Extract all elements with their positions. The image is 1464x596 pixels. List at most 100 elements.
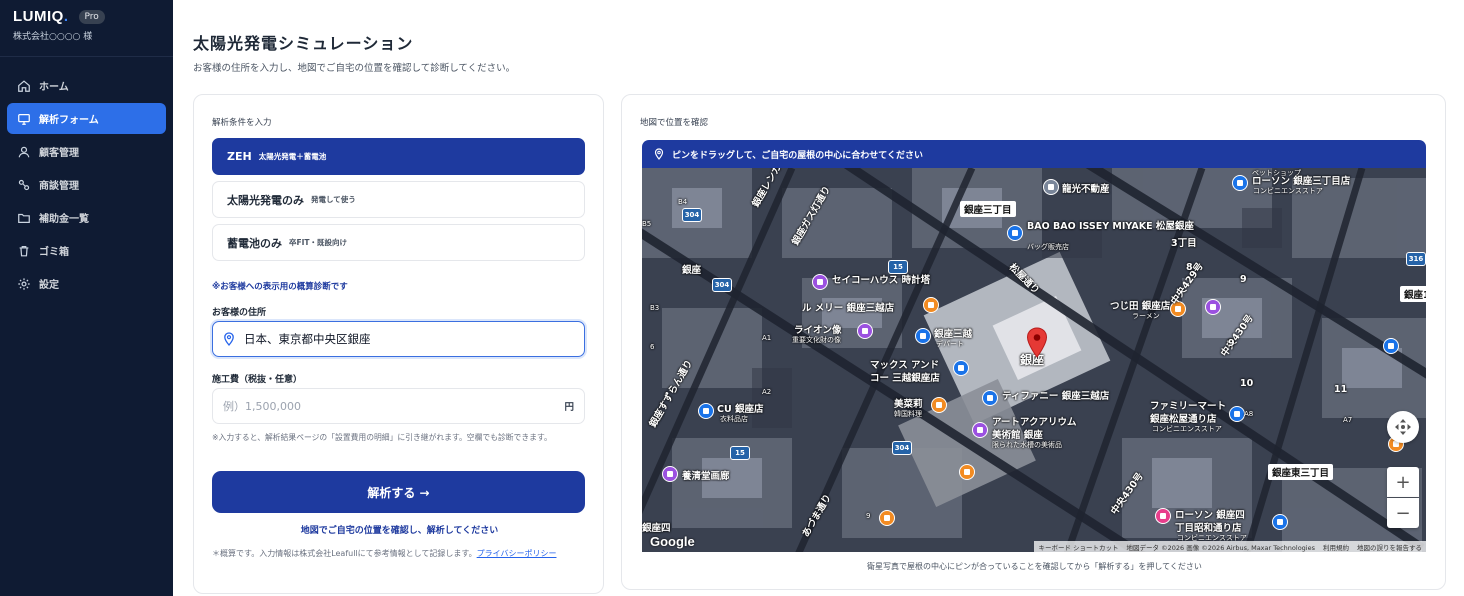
map-poi-icon[interactable] [1155, 508, 1171, 524]
map-poi-icon[interactable] [923, 297, 939, 313]
map-label: ローソン 銀座三丁目店 [1252, 176, 1351, 187]
option-sub-label: 太陽光発電＋蓄電池 [258, 152, 327, 161]
map-label: コンビニエンスストア [1253, 187, 1323, 195]
satellite-map[interactable]: 銀座三丁目 銀座東三丁目 銀座1 龍光不動産 ペットショップ BAO BAO I… [642, 168, 1426, 552]
sidebar-item-customers[interactable]: 顧客管理 [7, 136, 166, 167]
option-battery-only[interactable]: 蓄電池のみ 卒FIT・既設向け [212, 224, 585, 261]
option-main-label: 太陽光発電のみ [227, 193, 304, 207]
map-block-number: A8 [1244, 410, 1254, 418]
map-instruction-banner: ピンをドラッグして、ご自宅の屋根の中心に合わせてください [642, 140, 1426, 168]
route-shield-icon: 304 [892, 441, 912, 455]
form-section-label: 解析条件を入力 [212, 118, 272, 128]
sidebar-item-label: 解析フォーム [39, 115, 99, 126]
page-title: 太陽光発電シミュレーション [193, 34, 414, 53]
option-main-label: ZEH [227, 150, 252, 163]
map-block-number: A1 [762, 334, 772, 342]
map-label: 銀座四 [642, 523, 671, 534]
sidebar-item-analysis-form[interactable]: 解析フォーム [7, 103, 166, 134]
map-pan-control[interactable] [1387, 411, 1419, 443]
map-poi-icon[interactable] [1229, 406, 1245, 422]
map-label: バッグ販売店 [1027, 243, 1069, 251]
map-section-label: 地図で位置を確認 [640, 118, 709, 128]
google-logo: Google [650, 534, 695, 549]
keyboard-shortcuts-link[interactable]: キーボード ショートカット [1038, 542, 1118, 552]
sidebar-item-label: ホーム [39, 82, 69, 93]
trash-icon [17, 244, 31, 258]
location-pin-icon [654, 148, 664, 160]
map-poi-icon[interactable] [982, 390, 998, 406]
map-label: アートアクアリウム [992, 417, 1077, 428]
disclaimer: ＊概算です。入力情報は株式会社Leafullにて参考情報として記録します。プライ… [212, 547, 590, 561]
address-label: お客様の住所 [212, 308, 267, 318]
map-poi-icon[interactable] [1272, 514, 1288, 530]
map-label: コー 三越銀座店 [870, 373, 940, 384]
map-label: ティファニー 銀座三越店 [1002, 391, 1110, 402]
map-poi-icon[interactable] [1383, 338, 1399, 354]
terms-link[interactable]: 利用規約 [1323, 542, 1349, 552]
sidebar-item-settings[interactable]: 設定 [7, 268, 166, 299]
map-poi-icon[interactable] [1205, 299, 1221, 315]
map-label: ライオン像 [794, 325, 842, 336]
map-block-number: B4 [678, 198, 688, 206]
map-label: 限られた水槽の美術品 [992, 441, 1062, 449]
map-poi-icon[interactable] [931, 397, 947, 413]
monitor-icon [17, 112, 31, 126]
map-poi-icon[interactable] [698, 403, 714, 419]
map-poi-icon[interactable] [1232, 175, 1248, 191]
address-input[interactable]: 日本、東京都中央区銀座 [212, 321, 585, 357]
pro-badge: Pro [78, 9, 105, 24]
map-label: コンビニエンスストア [1152, 425, 1222, 433]
map-block-number: 9 [1228, 338, 1235, 349]
user-icon [17, 145, 31, 159]
map-poi-icon[interactable] [857, 323, 873, 339]
map-label: 衣料品店 [720, 415, 748, 423]
route-shield-icon: 316 [1406, 252, 1426, 266]
map-label: ラーメン [1132, 312, 1160, 320]
sidebar-item-trash[interactable]: ゴミ箱 [7, 235, 166, 266]
map-poi-icon[interactable] [959, 464, 975, 480]
map-poi-icon[interactable] [1043, 179, 1059, 195]
option-solar-only[interactable]: 太陽光発電のみ 発電して使う [212, 181, 585, 218]
zoom-in-button[interactable]: + [1387, 467, 1419, 497]
report-error-link[interactable]: 地図の誤りを報告する [1357, 542, 1422, 552]
map-block-number: 6 [650, 343, 655, 351]
page-subtitle: お客様の住所を入力し、地図でご自宅の位置を確認して診断してください。 [193, 63, 516, 74]
cost-input[interactable]: 例）1,500,000 円 [212, 388, 585, 424]
sidebar-item-label: 顧客管理 [39, 148, 79, 159]
map-block-number: 8 [1186, 262, 1193, 273]
pan-arrows-icon [1395, 419, 1411, 435]
map-poi-icon[interactable] [879, 510, 895, 526]
map-data-credit: 地図データ ©2026 画像 ©2026 Airbus, Maxar Techn… [1126, 543, 1315, 552]
sidebar-item-deals[interactable]: 商談管理 [7, 169, 166, 200]
map-card: 地図で位置を確認 ピンをドラッグして、ご自宅の屋根の中心に合わせてください 銀座… [621, 94, 1446, 590]
map-poi-icon[interactable] [915, 328, 931, 344]
map-poi-icon[interactable] [662, 466, 678, 482]
privacy-policy-link[interactable]: プライバシーポリシー [477, 549, 557, 558]
option-zeh[interactable]: ZEH 太陽光発電＋蓄電池 [212, 138, 585, 175]
sidebar-item-home[interactable]: ホーム [7, 70, 166, 101]
map-attribution: キーボード ショートカット 地図データ ©2026 画像 ©2026 Airbu… [1034, 541, 1426, 552]
zoom-out-button[interactable]: − [1387, 498, 1419, 528]
map-poi-icon[interactable] [1007, 225, 1023, 241]
map-block-number: A2 [762, 388, 772, 396]
sidebar-item-subsidies[interactable]: 補助金一覧 [7, 202, 166, 233]
map-label: セイコーハウス 時計塔 [832, 275, 931, 286]
map-street-label: 銀座三丁目 [960, 201, 1016, 217]
map-poi-icon[interactable] [812, 274, 828, 290]
draggable-location-pin[interactable] [1026, 327, 1048, 359]
folder-icon [17, 211, 31, 225]
option-main-label: 蓄電池のみ [227, 236, 282, 250]
map-label: 銀座松屋通り店 [1150, 414, 1217, 425]
app-logo[interactable]: LUMIQ. [13, 8, 69, 25]
sidebar-item-label: 設定 [39, 280, 59, 291]
map-label: 美菜莉 [894, 399, 923, 410]
analyze-button[interactable]: 解析する → [212, 471, 585, 513]
map-label: 美術館 銀座 [992, 430, 1043, 441]
route-shield-icon: 304 [682, 208, 702, 222]
map-poi-icon[interactable] [972, 422, 988, 438]
estimate-note: ※お客様への表示用の概算診断です [212, 282, 348, 292]
map-street-label: 銀座1 [1400, 286, 1426, 302]
map-poi-icon[interactable] [953, 360, 969, 376]
handshake-icon [17, 178, 31, 192]
address-value: 日本、東京都中央区銀座 [244, 332, 371, 346]
